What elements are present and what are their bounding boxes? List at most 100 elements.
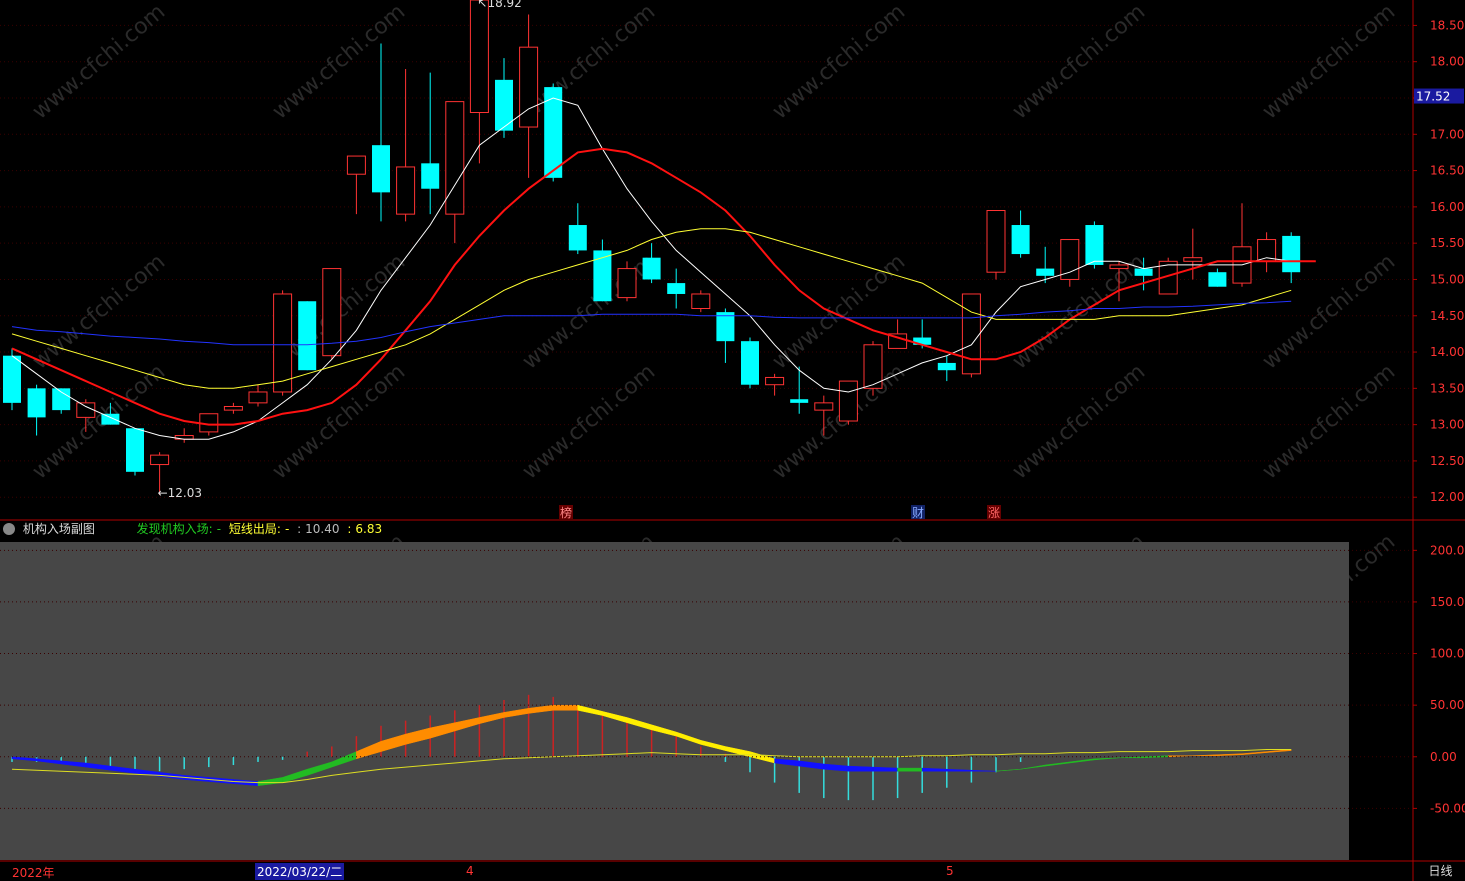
candle-body-down [1036, 268, 1055, 276]
candle-body-up [519, 46, 539, 128]
candle-body-up [346, 155, 366, 175]
price-tick-label: 13.00 [1430, 418, 1464, 432]
candle-body-down [667, 283, 686, 294]
candle-body-down [27, 388, 46, 418]
candle-body-down [937, 362, 956, 371]
candle-body-down [568, 225, 587, 251]
candle-body-down [790, 399, 809, 403]
sub-tick-label: 200.00 [1430, 543, 1465, 557]
candle-body-up [691, 293, 711, 309]
candle-body-down [741, 341, 759, 385]
watermark-text: www.cfchi.com [28, 0, 170, 125]
sub-tick-label: 0.00 [1430, 750, 1457, 764]
watermark-text: www.cfchi.com [1008, 359, 1150, 484]
candle-body-up [838, 380, 858, 422]
price-tick-label: 16.00 [1430, 200, 1464, 214]
candle-body-up [445, 101, 465, 215]
price-tick-label: 15.00 [1430, 272, 1464, 286]
main-candles-layer: ↖18.92 ←12.03 榜 财 涨 [3, 0, 1316, 520]
candle-body-up [396, 166, 416, 215]
candle-body-down [1208, 272, 1227, 287]
time-label-april: 4 [466, 864, 474, 878]
price-tick-label: 17.00 [1430, 127, 1464, 141]
sub-tick-label: 50.00 [1430, 698, 1464, 712]
candle-body-down [1134, 268, 1153, 276]
low-price-marker: ←12.03 [158, 486, 202, 500]
sub-chart-layer [0, 542, 1349, 860]
high-price-marker: ↖18.92 [477, 0, 521, 10]
signal-ribbon-segment [848, 765, 874, 772]
candle-body-up [150, 454, 170, 466]
candle-body-down [298, 301, 317, 371]
candle-body-up [765, 376, 785, 386]
candle-body-up [617, 268, 637, 299]
candle-body-up [76, 402, 96, 418]
watermark-text: www.cfchi.com [1258, 0, 1400, 125]
legend-value-1: - [284, 522, 290, 536]
price-axis: 18.5018.0017.5017.0016.5016.0015.5015.00… [1413, 18, 1464, 504]
price-tick-label: 12.50 [1430, 454, 1464, 468]
watermark-text: www.cfchi.com [1258, 359, 1400, 484]
candle-body-down [101, 413, 120, 425]
watermark-text: www.cfchi.com [28, 249, 170, 374]
period-selector[interactable]: 日线 [1416, 862, 1465, 881]
candle-body-up [1109, 264, 1129, 270]
candle-body-up [469, 0, 489, 114]
candle-body-down [1085, 225, 1104, 265]
price-tick-label: 14.50 [1430, 309, 1464, 323]
watermark-text: www.cfchi.com [268, 0, 410, 125]
candle-body-down [642, 257, 661, 280]
watermark-text: www.cfchi.com [768, 249, 910, 374]
candle-body-down [716, 312, 735, 342]
watermark-text: www.cfchi.com [768, 0, 910, 125]
watermark-text: www.cfchi.com [518, 359, 660, 484]
price-tick-label: 18.00 [1430, 55, 1464, 69]
legend-value-3: 6.83 [355, 522, 383, 536]
price-tick-label: 14.00 [1430, 345, 1464, 359]
price-tick-label: 18.50 [1430, 18, 1464, 32]
watermark-text: www.cfchi.com [28, 359, 170, 484]
watermark-text: www.cfchi.com [1008, 0, 1150, 125]
sub-chart-title[interactable]: 机构入场副图 [23, 522, 95, 536]
candle-body-down [126, 428, 144, 472]
watermark-text: www.cfchi.com [518, 249, 660, 374]
candle-body-up [986, 210, 1006, 273]
candle-body-down [1011, 225, 1030, 255]
watermark-text: www.cfchi.com [1258, 249, 1400, 374]
chart-canvas[interactable]: www.cfchi.com www.cfchi.com www.cfchi.com w… [0, 0, 1465, 881]
collapse-icon[interactable] [3, 523, 15, 535]
signal-ribbon-segment [897, 767, 923, 772]
price-tick-label: 12.00 [1430, 490, 1464, 504]
candle-body-down [495, 79, 513, 131]
legend-value-0: - [216, 522, 222, 536]
sub-chart-header: 机构入场副图 发现机构入场: - 短线出局: - :10.40 :6.83 [0, 519, 1412, 539]
candle-body-up [273, 293, 293, 393]
candle-body-up [961, 293, 981, 375]
candle-body-up [814, 402, 834, 411]
signal-ribbon-segment [872, 766, 898, 772]
signal-ribbon-segment [552, 704, 579, 711]
price-tick-label: 15.50 [1430, 236, 1464, 250]
legend-label-2: : [297, 522, 302, 536]
sub-tick-label: 150.00 [1430, 595, 1465, 609]
time-label-cursor-date: 2022/03/22/二 [255, 863, 345, 880]
candle-body-down [421, 163, 440, 189]
candle-body-up [223, 405, 243, 411]
sub-chart-background [0, 542, 1349, 860]
price-tick-label: 16.50 [1430, 164, 1464, 178]
event-tag: 涨 [988, 505, 1000, 520]
candle-body-up [1060, 239, 1080, 280]
event-tag: 财 [912, 506, 924, 520]
candle-body-down [1282, 235, 1301, 273]
candle-body-down [3, 355, 21, 403]
event-tag: 榜 [560, 505, 572, 520]
price-tick-label: 13.50 [1430, 381, 1464, 395]
candle-body-up [1183, 257, 1203, 262]
time-label-may: 5 [946, 864, 954, 878]
candle-body-up [248, 391, 268, 404]
legend-label-1: 短线出局: [228, 522, 281, 536]
sub-tick-label: -50.00 [1430, 801, 1465, 815]
legend-label-0: 发现机构入场: [136, 522, 213, 536]
current-price-tag-text: 17.52 [1416, 90, 1450, 104]
legend-label-3: : [347, 522, 352, 536]
